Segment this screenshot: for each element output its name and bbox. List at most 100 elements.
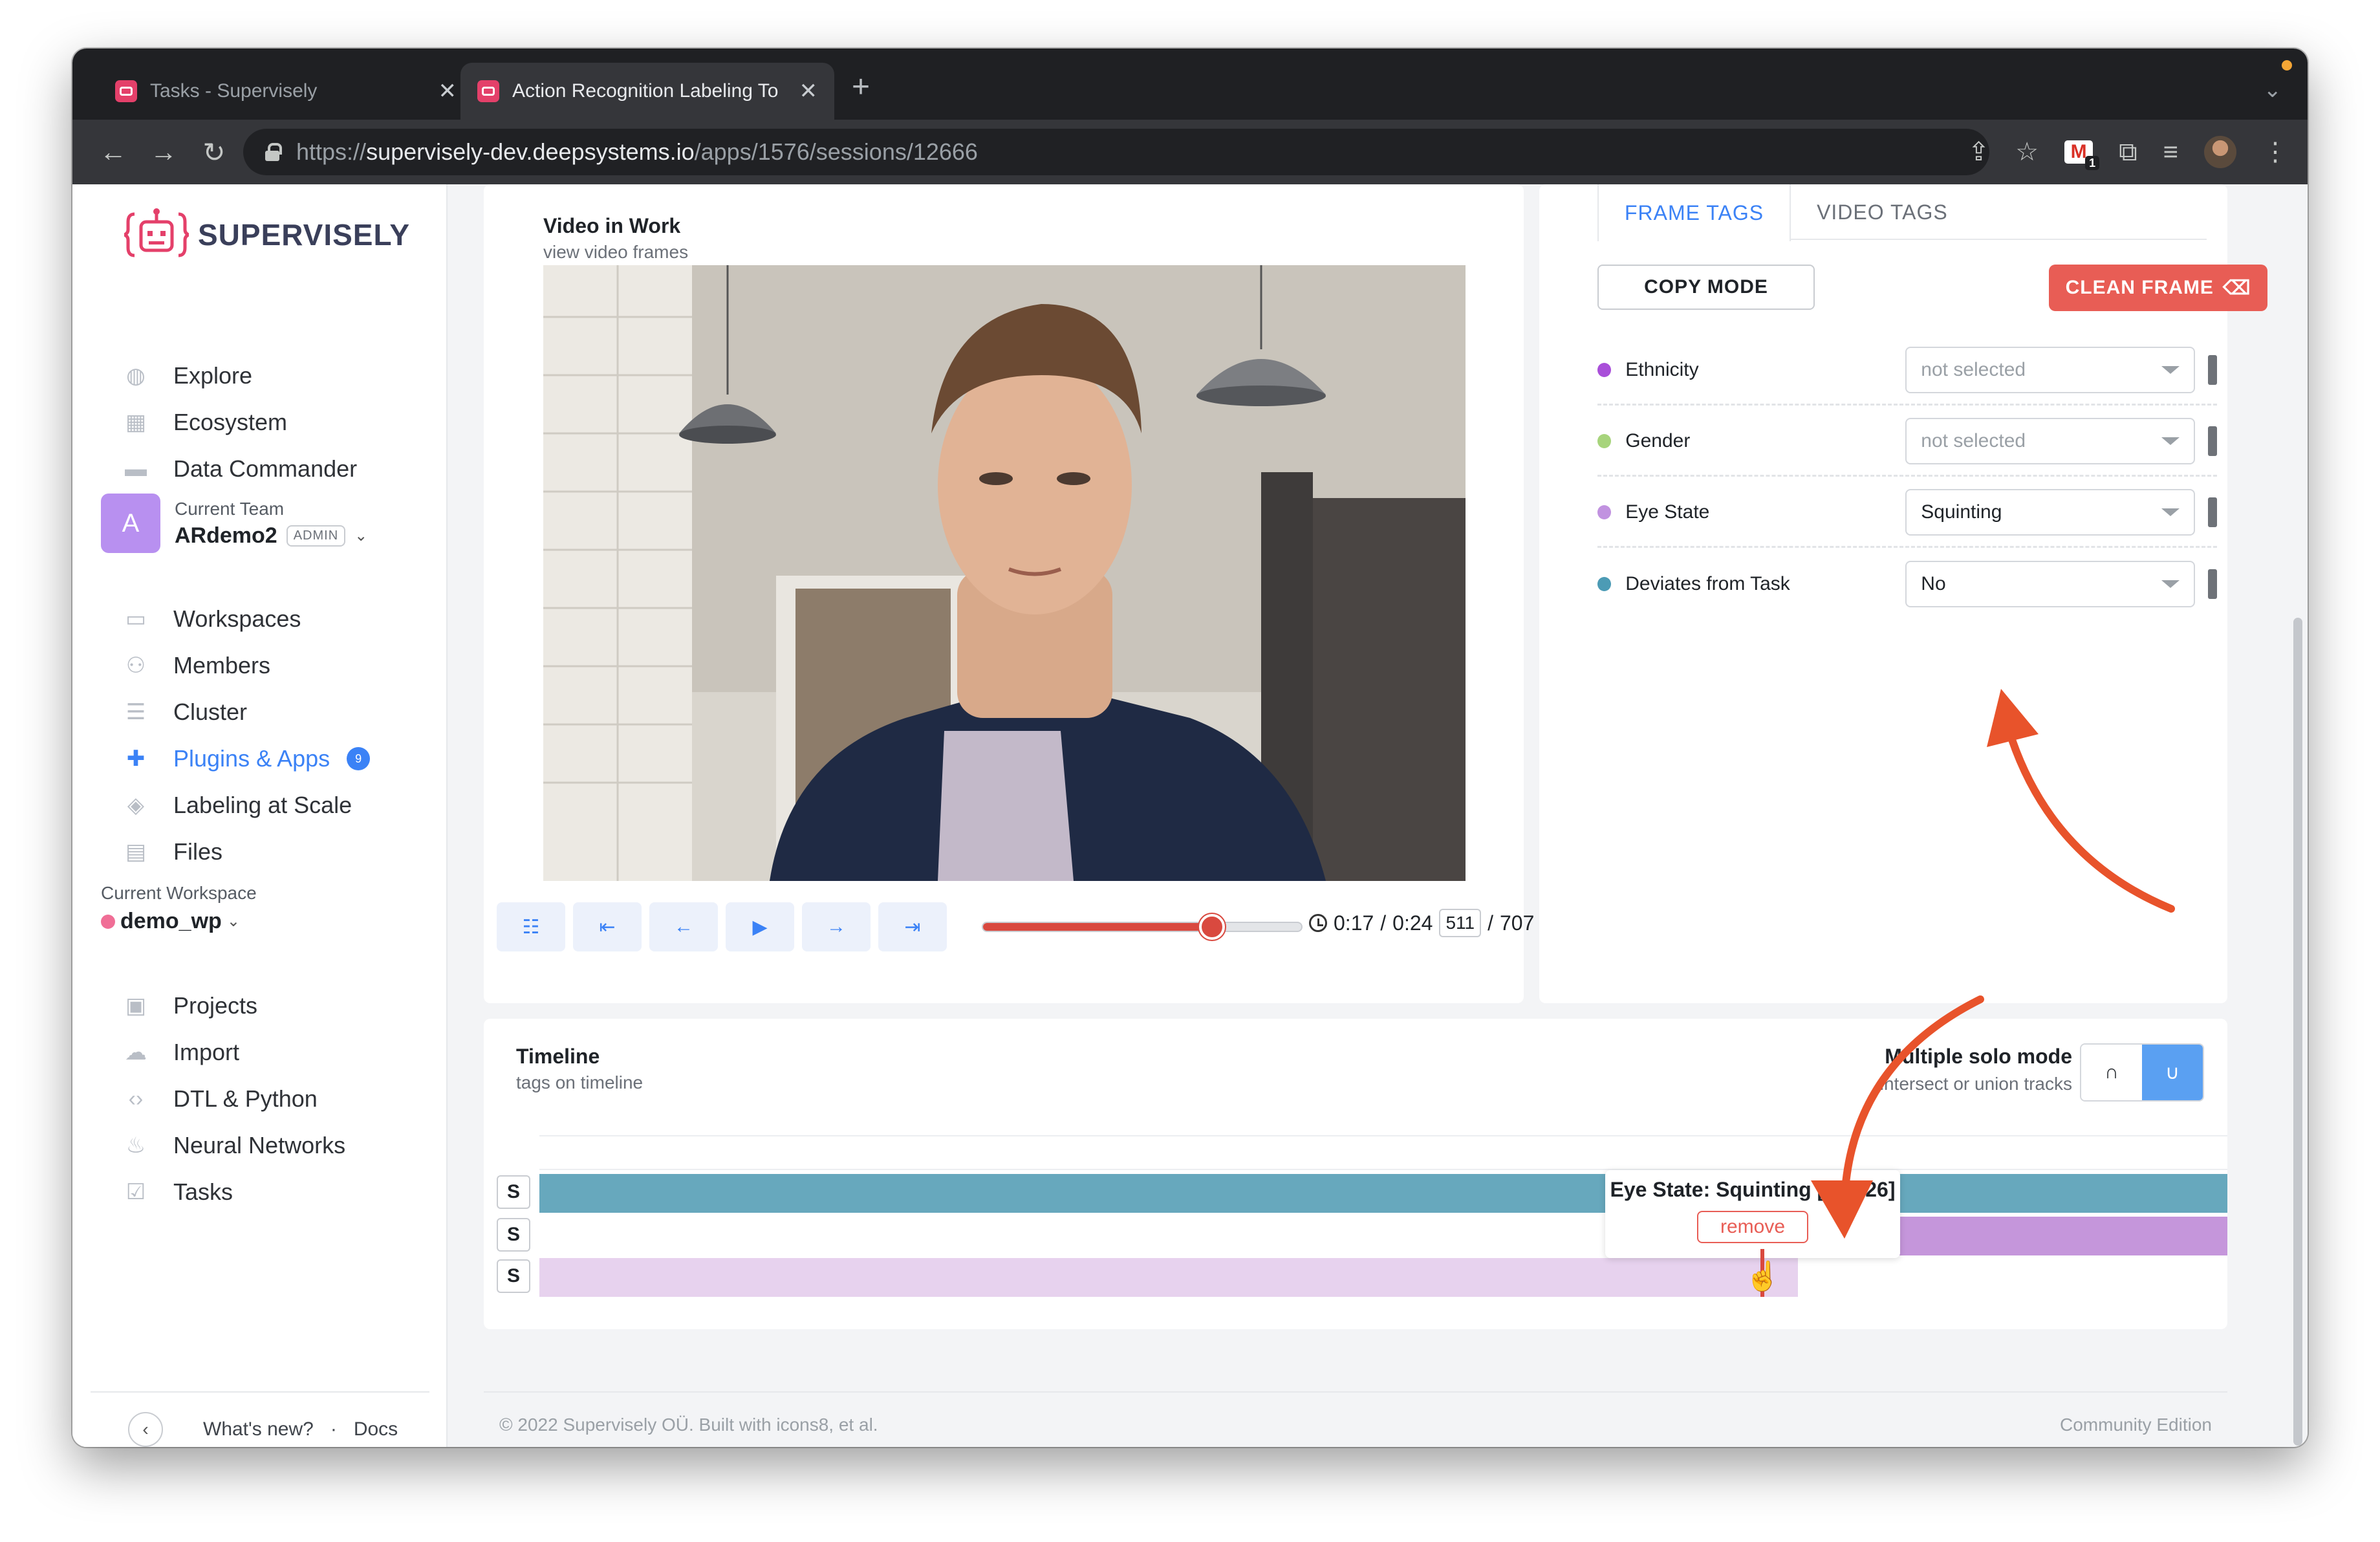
solo-track-button[interactable]: S (497, 1218, 530, 1252)
extensions-puzzle-icon[interactable]: ⧉ (2119, 138, 2137, 167)
page-footer: © 2022 Supervisely OÜ. Built with icons8… (484, 1391, 2227, 1435)
browser-tab-tasks[interactable]: Tasks - Supervisely ✕ (98, 63, 473, 120)
seek-slider-fill (983, 923, 1213, 931)
timeline-track-eye-state[interactable] (539, 1258, 1798, 1297)
docs-link[interactable]: Docs (354, 1418, 398, 1440)
profile-avatar[interactable] (2204, 136, 2236, 168)
tab-frame-tags[interactable]: FRAME TAGS (1597, 184, 1791, 241)
video-player[interactable] (543, 265, 1466, 881)
drag-handle-icon[interactable] (2208, 497, 2217, 527)
workspace-switcher[interactable]: Current Workspace demo_wp ⌄ (101, 883, 257, 934)
tag-name: Eye State (1625, 501, 1710, 523)
supervisely-logo[interactable]: SUPERVISELY (124, 208, 410, 262)
gender-select[interactable]: not selected (1905, 417, 2196, 464)
solo-track-button[interactable]: S (497, 1175, 530, 1209)
forward-arrow-icon[interactable]: → (138, 136, 189, 168)
copy-mode-button[interactable]: COPY MODE (1597, 265, 1815, 310)
robot-logo-icon (124, 208, 189, 257)
team-avatar: A (101, 494, 160, 553)
sidebar-nav-team: ▭ Workspaces ⚇ Members ☰ Cluster ✚ Plugi… (124, 596, 435, 875)
play-button[interactable]: ▶ (726, 902, 794, 951)
sidebar-item-labeling-at-scale[interactable]: ◈ Labeling at Scale (124, 782, 435, 829)
seek-slider-knob[interactable] (1199, 914, 1226, 940)
go-to-end-button[interactable]: ⇥ (878, 902, 947, 951)
tag-color-dot (1597, 505, 1612, 519)
ethnicity-select[interactable]: not selected (1905, 346, 2196, 393)
sidebar-item-explore[interactable]: ◍ Explore (124, 353, 435, 399)
new-tab-icon[interactable]: + (852, 69, 870, 105)
settings-sliders-button[interactable]: ☷ (497, 902, 565, 951)
tag-row-ethnicity: Ethnicity not selected (1597, 336, 2217, 406)
chevron-down-icon: ⌄ (226, 913, 240, 930)
timeline-subtitle: tags on timeline (516, 1072, 644, 1092)
team-caption: Current Team (175, 498, 285, 519)
copyright-text: © 2022 Supervisely OÜ. Built with icons8… (499, 1415, 878, 1435)
next-frame-button[interactable]: → (802, 902, 871, 951)
frame-number-input[interactable]: 511 (1439, 909, 1482, 937)
intersect-button[interactable]: ∩ (2081, 1045, 2142, 1100)
solo-mode-label: Multiple solo mode intersect or union tr… (1880, 1045, 2072, 1094)
page-scrollbar[interactable] (2293, 618, 2302, 1446)
sidebar-item-workspaces[interactable]: ▭ Workspaces (124, 596, 435, 642)
sidebar: SUPERVISELY ◍ Explore ▦ Ecosystem ▬ Data… (72, 184, 448, 1447)
timeline-track-deviates[interactable] (539, 1174, 2227, 1213)
select-value: not selected (1921, 358, 2026, 380)
solo-mode-title: Multiple solo mode (1885, 1045, 2072, 1068)
clock-icon (1309, 914, 1327, 932)
go-to-start-button[interactable]: ⇤ (573, 902, 642, 951)
browser-menu-icon[interactable]: ⋮ (2262, 137, 2288, 167)
time-readout: 0:17 / 0:24 511 / 707 (1309, 909, 1534, 937)
tab-video-tags[interactable]: VIDEO TAGS (1791, 184, 1974, 240)
select-value: not selected (1921, 429, 2026, 451)
sidebar-item-plugins-apps[interactable]: ✚ Plugins & Apps 9 (124, 735, 435, 782)
address-bar[interactable]: https://supervisely-dev.deepsystems.io/a… (243, 129, 1989, 175)
team-switcher[interactable]: A Current Team ARdemo2 ADMIN ⌄ (101, 494, 367, 553)
supervisely-favicon-icon (115, 80, 137, 102)
tag-row-gender: Gender not selected (1597, 407, 2217, 477)
url: https://supervisely-dev.deepsystems.io/a… (296, 138, 978, 165)
solo-track-button[interactable]: S (497, 1259, 530, 1293)
drag-handle-icon[interactable] (2208, 426, 2217, 456)
sidebar-item-members[interactable]: ⚇ Members (124, 642, 435, 689)
video-title: Video in Work (543, 214, 681, 237)
sidebar-item-projects[interactable]: ▣ Projects (124, 983, 435, 1029)
reload-icon[interactable]: ↻ (189, 136, 239, 168)
eraser-icon: ⌫ (2222, 277, 2251, 299)
whats-new-link[interactable]: What's new? (203, 1418, 314, 1440)
tag-row-eye-state: Eye State Squinting (1597, 478, 2217, 548)
sidebar-item-import[interactable]: ☁ Import (124, 1029, 435, 1076)
drag-handle-icon[interactable] (2208, 354, 2217, 385)
prev-frame-button[interactable]: ← (649, 902, 718, 951)
eye-state-select[interactable]: Squinting (1905, 488, 2196, 536)
back-arrow-icon[interactable]: ← (88, 136, 138, 168)
drag-handle-icon[interactable] (2208, 569, 2217, 599)
sidebar-item-cluster[interactable]: ☰ Cluster (124, 689, 435, 735)
remove-tag-button[interactable]: remove (1696, 1211, 1809, 1243)
browser-window: Tasks - Supervisely ✕ Action Recognition… (72, 49, 2308, 1447)
sidebar-item-label: Import (173, 1039, 240, 1065)
union-button[interactable]: ∪ (2142, 1045, 2203, 1100)
close-tab-icon[interactable]: ✕ (799, 78, 818, 104)
browser-tab-action-recognition[interactable]: Action Recognition Labeling To ✕ (460, 63, 834, 120)
sidebar-item-dtl-python[interactable]: ‹› DTL & Python (124, 1076, 435, 1122)
sidebar-item-neural-networks[interactable]: ♨ Neural Networks (124, 1122, 435, 1169)
clean-frame-button[interactable]: CLEAN FRAME ⌫ (2049, 265, 2267, 311)
video-card: Video in Work view video frames ☷ ⇤ ← ▶ … (484, 184, 1534, 1003)
reading-list-icon[interactable]: ≡ (2163, 138, 2178, 167)
monitor-icon: ▭ (125, 607, 147, 631)
sidebar-item-files[interactable]: ▤ Files (124, 829, 435, 875)
sidebar-item-data-commander[interactable]: ▬ Data Commander (124, 446, 435, 492)
bookmark-star-icon[interactable]: ☆ (2015, 137, 2039, 167)
gmail-extension-icon[interactable]: M1 (2064, 140, 2100, 170)
sidebar-item-ecosystem[interactable]: ▦ Ecosystem (124, 399, 435, 446)
collapse-sidebar-button[interactable]: ‹ (128, 1412, 163, 1447)
tab-search-chevron-icon[interactable]: ⌄ (2264, 77, 2282, 103)
video-seek-slider[interactable] (982, 914, 1303, 940)
close-tab-icon[interactable]: ✕ (438, 78, 457, 104)
share-icon[interactable]: ⇪ (1968, 137, 1990, 167)
sidebar-item-tasks[interactable]: ☑ Tasks (124, 1169, 435, 1215)
deviates-from-task-select[interactable]: No (1905, 561, 2196, 607)
count-badge: 9 (347, 747, 371, 770)
video-controls: ☷ ⇤ ← ▶ → ⇥ (497, 902, 947, 951)
timeline-tracks[interactable]: S S S (497, 1135, 2227, 1302)
